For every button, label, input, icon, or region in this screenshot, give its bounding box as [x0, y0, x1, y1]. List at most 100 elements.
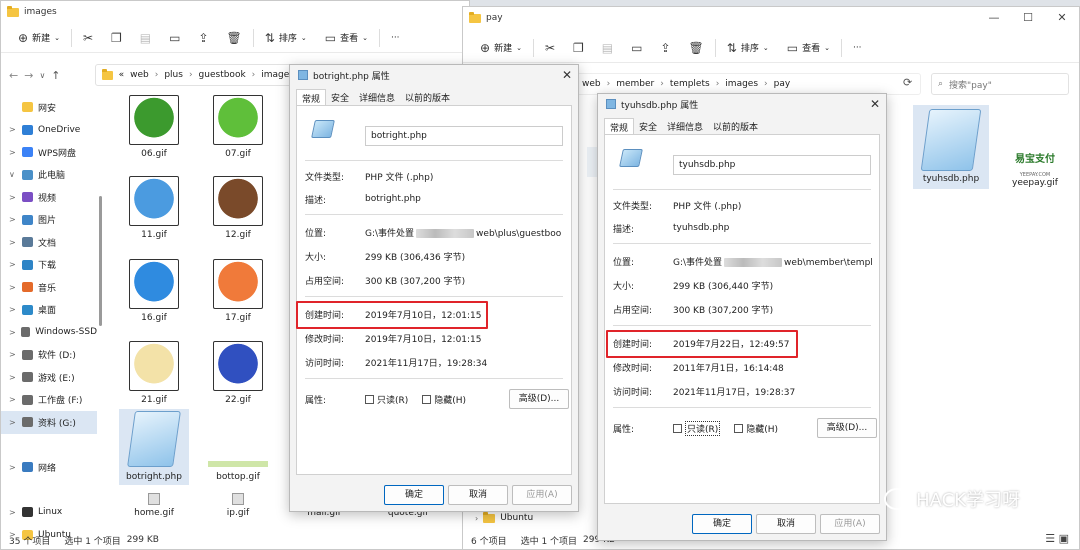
- sidebar-item[interactable]: > 游戏 (E:): [1, 366, 97, 389]
- dialog-titlebar[interactable]: tyuhsdb.php 属性: [598, 94, 886, 114]
- sidebar-item[interactable]: > Linux: [1, 501, 97, 524]
- back-arrow-icon[interactable]: ←: [9, 69, 18, 82]
- new-button[interactable]: ⊕ 新建 ⌄: [471, 35, 531, 61]
- chevron-icon[interactable]: >: [9, 125, 17, 134]
- rename-button[interactable]: ▭: [622, 35, 651, 61]
- breadcrumb-plus[interactable]: plus: [164, 70, 183, 80]
- breadcrumb-templets[interactable]: templets: [670, 79, 710, 89]
- file-item[interactable]: 17.gif: [203, 259, 273, 324]
- sidebar-item[interactable]: > 桌面: [1, 299, 97, 322]
- chevron-icon[interactable]: >: [9, 328, 16, 337]
- file-item[interactable]: bottop.gif: [203, 409, 273, 483]
- sort-button[interactable]: ⇅ 排序 ⌄: [256, 25, 316, 51]
- view-button[interactable]: ▭ 查看 ⌄: [316, 25, 377, 51]
- file-item[interactable]: 易宝支付 YEEPAY.COM yeepay.gif: [997, 153, 1073, 189]
- breadcrumb-pay[interactable]: pay: [774, 79, 791, 89]
- breadcrumb[interactable]: web › member › templets › images › pay: [575, 73, 921, 95]
- expand-icon[interactable]: ∨: [39, 71, 45, 80]
- chevron-icon[interactable]: >: [9, 305, 17, 314]
- file-item[interactable]: 11.gif: [119, 176, 189, 241]
- sidebar-item[interactable]: ∨ 此电脑: [1, 164, 97, 187]
- sidebar-item[interactable]: > OneDrive: [1, 119, 97, 142]
- cancel-button[interactable]: 取消: [448, 485, 508, 505]
- breadcrumb-web[interactable]: web: [130, 70, 149, 80]
- search-input[interactable]: ⌕ 搜索"pay": [931, 73, 1069, 95]
- filename-field[interactable]: tyuhsdb.php: [673, 155, 871, 175]
- cut-button[interactable]: ✂: [74, 25, 102, 51]
- rename-button[interactable]: ▭: [160, 25, 189, 51]
- file-item[interactable]: 22.gif: [203, 341, 273, 406]
- file-item[interactable]: 21.gif: [119, 341, 189, 406]
- advanced-button[interactable]: 高级(D)...: [817, 418, 877, 438]
- filename-field[interactable]: botright.php: [365, 126, 563, 146]
- chevron-icon[interactable]: >: [9, 260, 17, 269]
- file-item[interactable]: 06.gif: [119, 95, 189, 160]
- copy-button[interactable]: ❐: [564, 35, 593, 61]
- sidebar-item[interactable]: 网安: [1, 96, 97, 119]
- chevron-icon[interactable]: >: [9, 148, 17, 157]
- chevron-icon[interactable]: ∨: [9, 170, 17, 179]
- chevron-icon[interactable]: >: [9, 350, 17, 359]
- chevron-icon[interactable]: >: [9, 463, 17, 472]
- chevron-icon[interactable]: >: [9, 418, 17, 427]
- apply-button[interactable]: 应用(A): [512, 485, 572, 505]
- more-button[interactable]: ···: [844, 35, 871, 61]
- sidebar-item[interactable]: > Windows-SSD: [1, 321, 97, 344]
- chevron-icon[interactable]: >: [9, 283, 17, 292]
- chevron-icon[interactable]: >: [9, 193, 17, 202]
- delete-button[interactable]: 🗑: [218, 25, 251, 51]
- close-icon[interactable]: ✕: [562, 68, 572, 82]
- file-item[interactable]: 12.gif: [203, 176, 273, 241]
- chevron-icon[interactable]: >: [9, 508, 17, 517]
- file-item[interactable]: botright.php: [119, 409, 189, 485]
- sidebar-item[interactable]: > 文档: [1, 231, 97, 254]
- ok-button[interactable]: 确定: [692, 514, 752, 534]
- view-toggle-icons[interactable]: ☰ ▣: [1045, 532, 1069, 545]
- breadcrumb[interactable]: « web › plus › guestbook › images: [95, 64, 295, 86]
- view-button[interactable]: ▭ 查看 ⌄: [778, 35, 839, 61]
- sidebar-item[interactable]: > WPS网盘: [1, 141, 97, 164]
- copy-button[interactable]: ❐: [102, 25, 131, 51]
- breadcrumb-member[interactable]: member: [616, 79, 654, 89]
- forward-arrow-icon[interactable]: →: [24, 69, 33, 82]
- file-item[interactable]: 16.gif: [119, 259, 189, 324]
- file-item[interactable]: ip.gif: [203, 493, 273, 519]
- chevron-icon[interactable]: >: [9, 373, 17, 382]
- chevron-icon[interactable]: >: [9, 238, 17, 247]
- scrollbar[interactable]: [99, 196, 102, 326]
- hidden-checkbox[interactable]: 隐藏(H): [422, 393, 466, 406]
- dialog-titlebar[interactable]: botright.php 属性: [290, 65, 578, 85]
- share-button[interactable]: ⇪: [189, 25, 217, 51]
- ok-button[interactable]: 确定: [384, 485, 444, 505]
- file-item[interactable]: home.gif: [119, 493, 189, 519]
- breadcrumb-images[interactable]: images: [725, 79, 758, 89]
- sidebar-item[interactable]: > 视频: [1, 186, 97, 209]
- sidebar-item[interactable]: > 软件 (D:): [1, 344, 97, 367]
- minimize-icon[interactable]: —: [977, 7, 1011, 29]
- titlebar[interactable]: images: [1, 1, 469, 23]
- more-button[interactable]: ···: [382, 25, 409, 51]
- up-arrow-icon[interactable]: ↑: [51, 69, 60, 82]
- new-button[interactable]: ⊕ 新建 ⌄: [9, 25, 69, 51]
- sidebar-item[interactable]: > 下载: [1, 254, 97, 277]
- readonly-checkbox[interactable]: 只读(R): [365, 393, 408, 406]
- hidden-checkbox[interactable]: 隐藏(H): [734, 422, 778, 435]
- chevron-icon[interactable]: >: [9, 395, 17, 404]
- apply-button[interactable]: 应用(A): [820, 514, 880, 534]
- delete-button[interactable]: 🗑: [680, 35, 713, 61]
- sidebar-item[interactable]: > 图片: [1, 209, 97, 232]
- share-button[interactable]: ⇪: [651, 35, 679, 61]
- refresh-icon[interactable]: ⟳: [903, 76, 912, 89]
- sidebar-item-ubuntu[interactable]: › Ubuntu: [475, 511, 533, 523]
- breadcrumb-web[interactable]: web: [582, 79, 601, 89]
- sidebar-item[interactable]: > 工作盘 (F:): [1, 389, 97, 412]
- close-icon[interactable]: ✕: [870, 97, 880, 111]
- maximize-icon[interactable]: ☐: [1011, 7, 1045, 29]
- file-item[interactable]: tyuhsdb.php: [913, 105, 989, 189]
- close-icon[interactable]: ✕: [1045, 7, 1079, 29]
- cut-button[interactable]: ✂: [536, 35, 564, 61]
- file-item[interactable]: 07.gif: [203, 95, 273, 160]
- sidebar-item[interactable]: > 音乐: [1, 276, 97, 299]
- cancel-button[interactable]: 取消: [756, 514, 816, 534]
- sort-button[interactable]: ⇅ 排序 ⌄: [718, 35, 778, 61]
